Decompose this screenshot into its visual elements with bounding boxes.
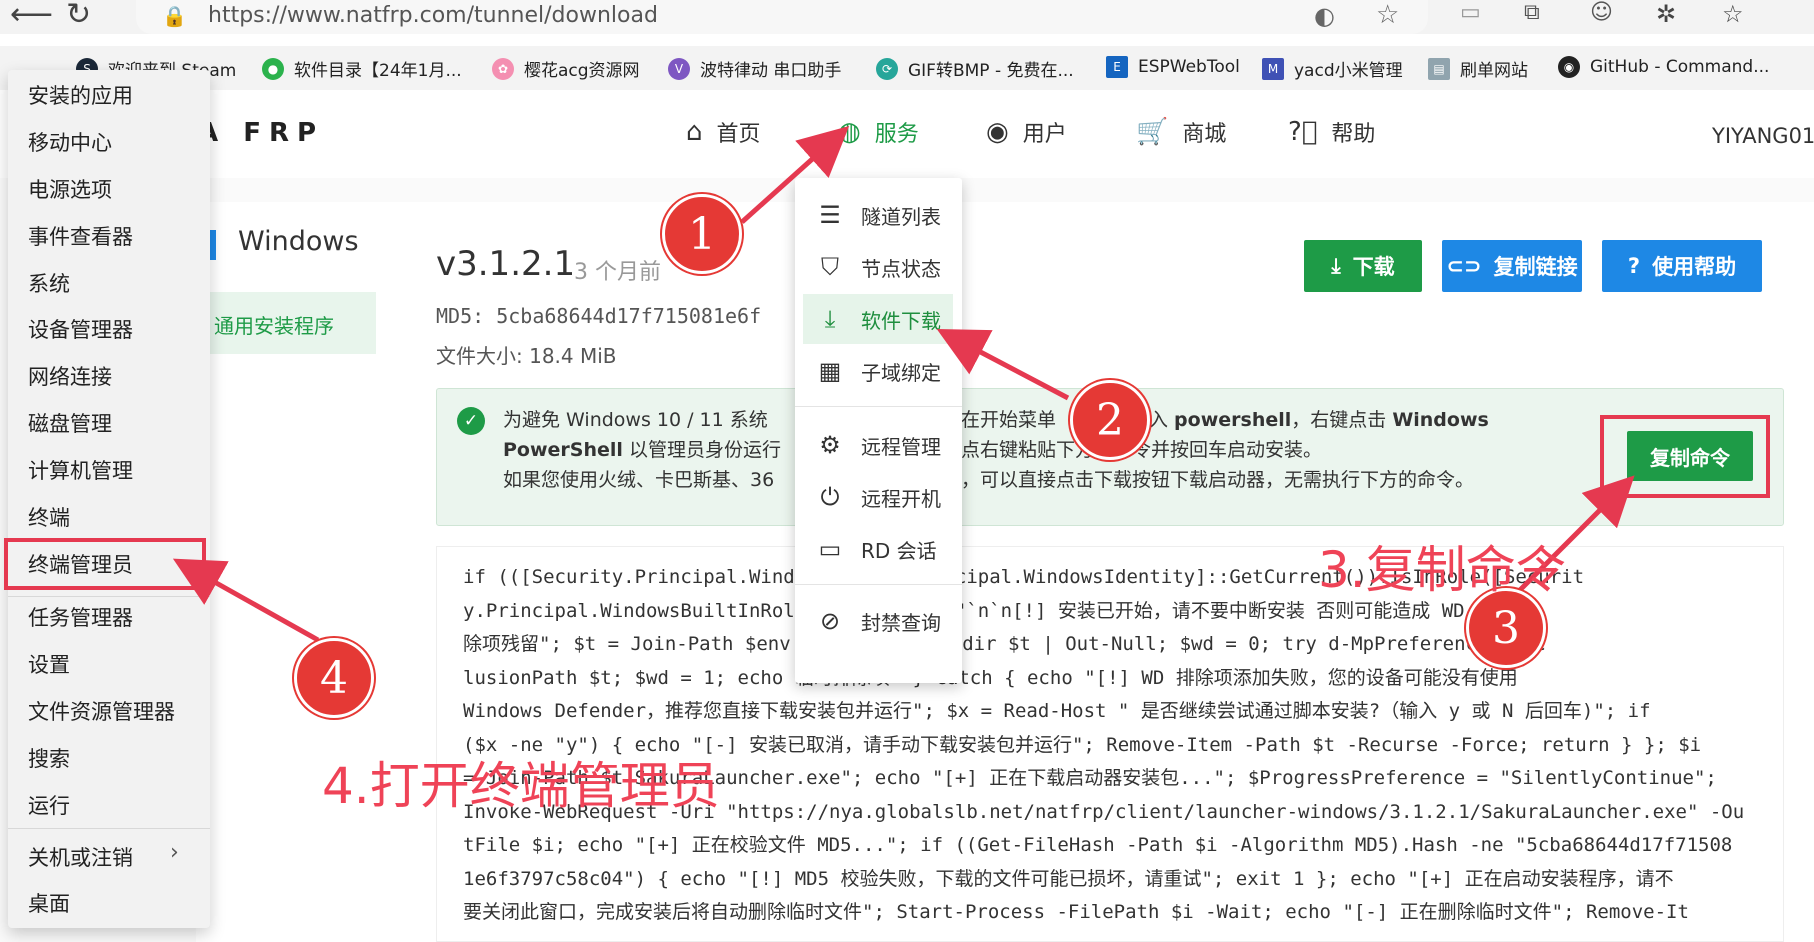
arrow-2 xyxy=(936,329,1070,401)
step-badge-2: 2 xyxy=(1070,380,1150,460)
step-badge-4: 4 xyxy=(294,638,374,718)
arrow-4 xyxy=(172,558,320,643)
annotation-step4: 4.打开终端管理员 xyxy=(322,757,720,815)
annotation-step3: 3.复制命令 xyxy=(1318,541,1566,599)
arrow-1 xyxy=(740,125,850,224)
step-badge-1: 1 xyxy=(662,194,742,274)
annotation-arrows xyxy=(172,125,1635,643)
